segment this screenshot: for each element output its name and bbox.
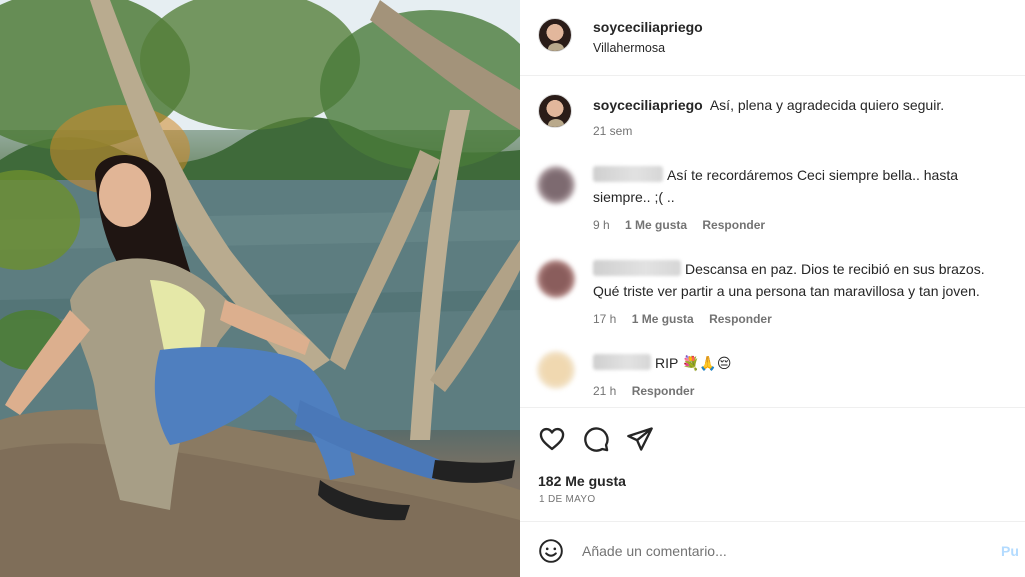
post-location[interactable]: Villahermosa [593,41,665,55]
comment-line-1: RIP 💐🙏😔 [655,355,732,371]
comment-text: Descansa en paz. Dios te recibió en sus … [593,258,985,280]
comment-time[interactable]: 17 h [593,312,616,326]
comment-meta: 9 h 1 Me gusta Responder [593,218,777,232]
comment-line-2: siempre.. ;( .. [593,189,675,205]
comment-line-1: Así te recordáremos Ceci siempre bella..… [667,167,959,183]
comment-likes[interactable]: 1 Me gusta [632,312,694,326]
publish-button[interactable]: Pu [1001,543,1019,559]
caption-username[interactable]: soyceciliapriego [593,97,703,113]
comment-username-blurred[interactable] [593,166,663,182]
post-photo[interactable] [0,0,520,577]
comment-time[interactable]: 21 h [593,384,616,398]
smiley-icon[interactable] [538,538,564,564]
comment-icon[interactable] [582,425,610,453]
comment-meta: 21 h Responder [593,384,706,398]
post-caption: soyceciliapriego Así, plena y agradecida… [520,80,1025,146]
comment-line-2: Qué triste ver partir a una persona tan … [593,283,980,299]
comments-list[interactable]: Así te recordáremos Ceci siempre bella..… [520,148,1025,406]
comment-reply-button[interactable]: Responder [632,384,695,398]
comment-avatar[interactable] [537,260,575,298]
likes-count[interactable]: 182 Me gusta [538,473,626,489]
comment-time[interactable]: 9 h [593,218,610,232]
post-actions: 182 Me gusta 1 DE MAYO [520,407,1025,521]
comment-reply-button[interactable]: Responder [709,312,772,326]
caption-body: Así, plena y agradecida quiero seguir. [709,97,945,113]
comment-likes[interactable]: 1 Me gusta [625,218,687,232]
comment-text: RIP 💐🙏😔 [593,352,731,374]
author-username[interactable]: soyceciliapriego [593,19,703,35]
comment-avatar[interactable] [537,351,575,389]
comment-reply-button[interactable]: Responder [702,218,765,232]
comment-meta: 17 h 1 Me gusta Responder [593,312,784,326]
comment-line-1: Descansa en paz. Dios te recibió en sus … [685,261,985,277]
comment-username-blurred[interactable] [593,354,651,370]
add-comment-bar: Pu [520,521,1025,577]
post-panel: soyceciliapriego Villahermosa soycecilia… [520,0,1025,577]
comment-username-blurred[interactable] [593,260,681,276]
author-avatar[interactable] [538,18,572,52]
heart-icon[interactable] [538,425,566,453]
comment-input[interactable] [582,538,982,564]
share-icon[interactable] [626,425,654,453]
caption-avatar[interactable] [538,94,572,128]
comment-text: Así te recordáremos Ceci siempre bella..… [593,164,958,186]
post-date[interactable]: 1 DE MAYO [539,494,595,505]
caption-text: soyceciliapriego Así, plena y agradecida… [593,96,1013,114]
photo-illustration [0,0,520,577]
comment-avatar[interactable] [537,166,575,204]
post-header: soyceciliapriego Villahermosa [520,0,1025,76]
caption-timestamp[interactable]: 21 sem [593,124,632,138]
